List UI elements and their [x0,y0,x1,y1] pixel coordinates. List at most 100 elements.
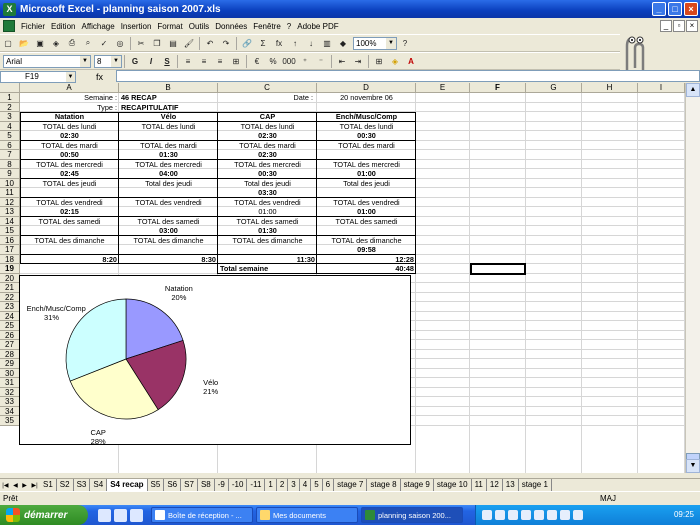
column-header[interactable]: C [218,83,317,93]
increase-indent-icon[interactable]: ⇥ [351,54,365,68]
prev-sheet-icon[interactable]: ◀ [13,482,18,489]
menu-fenetre[interactable]: Fenêtre [250,22,284,31]
decrease-decimal-icon[interactable]: ⁻ [314,54,328,68]
row-header[interactable]: 26 [0,330,20,340]
cell[interactable]: 46 RECAP [121,93,216,102]
row-header[interactable]: 14 [0,216,20,226]
cell[interactable]: Total des jeudi [319,179,414,188]
menu-donnees[interactable]: Données [212,22,250,31]
sort-descending-icon[interactable]: ↓ [304,36,318,50]
workbook-close-button[interactable]: × [686,20,698,32]
cell[interactable]: TOTAL des mercredi [220,160,315,169]
cell[interactable]: Semaine : [22,93,117,102]
tray-icon[interactable] [547,510,557,520]
next-sheet-icon[interactable]: ▶ [22,482,27,489]
fx-label[interactable]: fx [96,72,103,82]
row-header[interactable]: 28 [0,349,20,359]
row-header[interactable]: 22 [0,292,20,302]
row-header[interactable]: 17 [0,245,20,255]
align-left-icon[interactable]: ≡ [181,54,195,68]
row-header[interactable]: 15 [0,226,20,236]
row-header[interactable]: 34 [0,406,20,416]
sheet-tab[interactable]: S6 [164,479,182,491]
row-header[interactable]: 13 [0,207,20,217]
cell[interactable]: Type : [22,103,117,112]
row-header[interactable]: 23 [0,302,20,312]
drawing-icon[interactable]: ◆ [336,36,350,50]
name-box[interactable]: F19 ▼ [0,70,76,83]
hyperlink-icon[interactable]: 🔗 [240,36,254,50]
row-header[interactable]: 35 [0,416,20,426]
cell[interactable]: Total des jeudi [121,179,216,188]
cell[interactable]: TOTAL des mardi [220,141,315,150]
cell[interactable]: TOTAL des jeudi [22,179,117,188]
cell[interactable]: TOTAL des dimanche [319,236,414,245]
cell[interactable]: TOTAL des mercredi [22,160,117,169]
row-header[interactable]: 1 [0,93,20,103]
start-button[interactable]: démarrer [0,505,88,525]
increase-decimal-icon[interactable]: ⁺ [298,54,312,68]
cell[interactable]: TOTAL des vendredi [220,198,315,207]
column-header[interactable]: G [526,83,582,93]
row-header[interactable]: 11 [0,188,20,198]
cell[interactable]: TOTAL des samedi [121,217,216,226]
font-size-select[interactable]: 8 ▼ [94,54,122,68]
align-center-icon[interactable]: ≡ [197,54,211,68]
workbook-icon[interactable] [3,20,15,32]
italic-button[interactable]: I [144,54,158,68]
cell[interactable]: TOTAL des mardi [22,141,117,150]
scroll-up-icon[interactable]: ▲ [686,83,700,97]
research-icon[interactable]: ◎ [113,36,127,50]
column-header[interactable]: E [416,83,470,93]
percent-button[interactable]: % [266,54,280,68]
sort-ascending-icon[interactable]: ↑ [288,36,302,50]
sheet-tab[interactable]: -11 [247,479,266,491]
cell[interactable]: TOTAL des dimanche [121,236,216,245]
column-header[interactable]: H [582,83,638,93]
sheet-tab[interactable]: stage 10 [434,479,472,491]
menu-adobe-pdf[interactable]: Adobe PDF [294,22,341,31]
cell[interactable]: 20 novembre 06 [319,93,414,102]
cell[interactable]: TOTAL des vendredi [121,198,216,207]
sheet-tab[interactable]: S4 recap [107,479,148,491]
workbook-restore-button[interactable]: ▫ [673,20,685,32]
tray-icon[interactable] [534,510,544,520]
select-all-corner[interactable] [0,83,20,93]
merge-center-icon[interactable]: ⊞ [229,54,243,68]
cell[interactable]: TOTAL des dimanche [220,236,315,245]
menu-outils[interactable]: Outils [186,22,212,31]
cut-icon[interactable]: ✂ [134,36,148,50]
cell[interactable]: Total des jeudi [220,179,315,188]
sheet-tab[interactable]: S2 [57,479,74,491]
row-header[interactable]: 8 [0,159,20,169]
row-header[interactable]: 10 [0,178,20,188]
sheet-tab[interactable]: S7 [181,479,198,491]
cell[interactable]: TOTAL des lundi [319,122,414,131]
zoom-select[interactable]: 100% ▼ [353,36,397,50]
title-bar[interactable]: X Microsoft Excel - planning saison 2007… [0,0,700,18]
tray-icon[interactable] [508,510,518,520]
menu-help[interactable]: ? [284,22,294,31]
minimize-button[interactable]: _ [652,2,666,16]
open-icon[interactable]: 📂 [17,36,31,50]
sheet-tab[interactable]: 4 [300,479,312,491]
new-icon[interactable]: ▢ [1,36,15,50]
decrease-indent-icon[interactable]: ⇤ [335,54,349,68]
row-header[interactable]: 3 [0,112,20,122]
print-preview-icon[interactable]: ⌕ [81,36,95,50]
sheet-tab[interactable]: 11 [472,479,487,491]
font-color-icon[interactable]: A [404,54,418,68]
scroll-down-icon[interactable]: ▼ [686,459,700,473]
browser-icon[interactable] [130,508,143,522]
row-header[interactable]: 29 [0,359,20,369]
task-documents[interactable]: Mes documents [256,507,358,523]
row-header[interactable]: 27 [0,340,20,350]
sheet-tab[interactable]: 1 [265,479,277,491]
row-header[interactable]: 18 [0,254,20,264]
save-icon[interactable]: ▣ [33,36,47,50]
format-painter-icon[interactable]: 🖌 [182,36,196,50]
excel-app-icon[interactable]: X [3,2,16,16]
row-header[interactable]: 4 [0,121,20,131]
menu-insertion[interactable]: Insertion [118,22,155,31]
row-header[interactable]: 24 [0,311,20,321]
